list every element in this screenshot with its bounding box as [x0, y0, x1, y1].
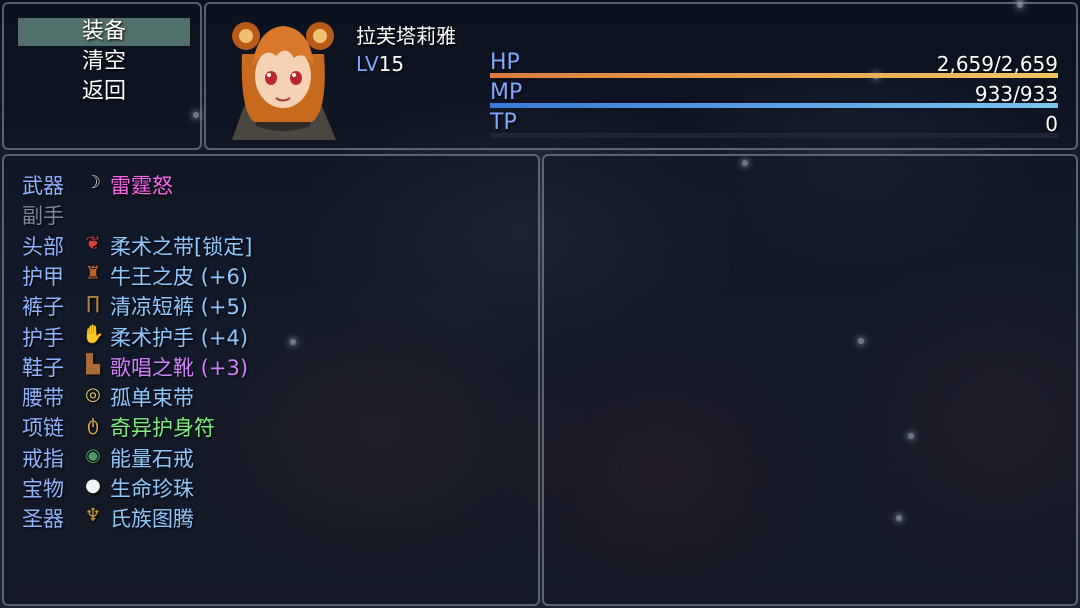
equipped-item-name: 牛王之皮 (+6) — [110, 264, 249, 289]
actor-name: 拉芙塔莉雅 — [356, 24, 456, 48]
armor-icon: ♜ — [84, 262, 102, 284]
actor-status-window: 拉芙塔莉雅 LV15 HP 2,659/2,659 MP 933/933 TP … — [204, 2, 1078, 150]
equipped-item-name: 柔术之带[锁定] — [110, 234, 253, 259]
equipment-slot-row[interactable]: 武器 ☽ 雷霆怒 — [22, 168, 522, 198]
actor-level: LV15 — [356, 52, 404, 76]
actor-portrait — [232, 22, 336, 140]
equipment-slot-row[interactable]: 护手 ✋ 柔术护手 (+4) — [22, 320, 522, 350]
equipment-slot-row[interactable]: 护甲 ♜ 牛王之皮 (+6) — [22, 259, 522, 289]
tp-bar-track — [490, 133, 1058, 138]
weapon-icon: ☽ — [84, 172, 102, 193]
equipped-item-name: 清凉短裤 (+5) — [110, 295, 249, 320]
equipment-slot-row[interactable]: 头部 ❦ 柔术之带[锁定] — [22, 229, 522, 259]
slot-type-label: 头部 — [22, 234, 64, 259]
slot-type-label: 宝物 — [22, 477, 64, 501]
equipped-item-name: 氏族图腾 — [110, 507, 194, 532]
equipment-slot-row[interactable]: 宝物 ● 生命珍珠 — [22, 471, 522, 501]
equipment-slot-row[interactable]: 项链 ტ 奇异护身符 — [22, 410, 522, 440]
command-back[interactable]: 返回 — [18, 78, 190, 106]
mp-gauge: MP 933/933 — [490, 80, 1058, 108]
command-clear[interactable]: 清空 — [18, 48, 190, 76]
pearl-icon: ● — [85, 475, 101, 496]
mp-bar-track — [490, 103, 1058, 108]
equipped-item-name: 雷霆怒 — [110, 174, 173, 198]
slot-type-label: 鞋子 — [22, 355, 64, 380]
boots-icon: ▙ — [86, 353, 100, 375]
equipped-item-name: 歌唱之靴 (+3) — [110, 355, 249, 380]
hp-label: HP — [490, 50, 520, 75]
slot-type-label: 腰带 — [22, 386, 64, 411]
equipment-slot-row[interactable]: 戒指 ◉ 能量石戒 — [22, 441, 522, 471]
equipped-item-name: 生命珍珠 — [110, 477, 194, 501]
hp-bar-fill — [490, 73, 1058, 78]
totem-icon: ♆ — [84, 505, 102, 527]
slot-type-label: 裤子 — [22, 295, 64, 320]
hp-gauge: HP 2,659/2,659 — [490, 50, 1058, 78]
equipment-slot-row[interactable]: 裤子 ∏ 清凉短裤 (+5) — [22, 289, 522, 319]
scarf-icon: ❦ — [85, 232, 101, 254]
slot-type-label: 戒指 — [22, 446, 64, 471]
level-label: LV — [356, 52, 379, 76]
mp-label: MP — [490, 80, 523, 105]
equipped-item-name: 奇异护身符 — [110, 416, 215, 441]
necklace-icon: ტ — [87, 414, 99, 436]
slot-type-label: 武器 — [22, 174, 64, 198]
pants-icon: ∏ — [86, 293, 100, 315]
hp-bar-track — [490, 73, 1058, 78]
equipment-slot-row[interactable]: 圣器 ♆ 氏族图腾 — [22, 501, 522, 531]
equip-scene: 装备 清空 返回 拉芙塔莉雅 LV15 HP 2,659/2,659 MP 93… — [0, 0, 1080, 608]
ring-icon: ◉ — [85, 444, 101, 466]
slot-type-label: 圣器 — [22, 507, 64, 532]
equipment-slot-row[interactable]: 副手 — [22, 198, 522, 228]
equipment-slot-row[interactable]: 腰带 ◎ 孤单束带 — [22, 380, 522, 410]
level-value: 15 — [378, 52, 405, 76]
item-list-window — [542, 154, 1078, 606]
command-window: 装备 清空 返回 — [2, 2, 202, 150]
slot-type-label: 护手 — [22, 325, 64, 350]
mp-bar-fill — [490, 103, 1058, 108]
command-equip[interactable]: 装备 — [18, 18, 190, 46]
tp-label: TP — [490, 110, 517, 135]
gauntlet-icon: ✋ — [82, 323, 105, 345]
equipped-item-name: 孤单束带 — [110, 386, 194, 411]
slot-type-label: 护甲 — [22, 264, 64, 289]
belt-icon: ◎ — [85, 384, 101, 406]
equipped-item-name: 柔术护手 (+4) — [110, 325, 249, 350]
equipment-slot-row[interactable]: 鞋子 ▙ 歌唱之靴 (+3) — [22, 350, 522, 380]
equipped-item-name: 能量石戒 — [110, 446, 194, 471]
slot-type-label: 项链 — [22, 416, 64, 441]
slot-type-label: 副手 — [22, 204, 64, 229]
equipment-slot-window: 武器 ☽ 雷霆怒副手头部 ❦ 柔术之带[锁定] 护甲 ♜ 牛王之皮 (+6) 裤子 ∏ 清凉短裤 (… — [2, 154, 540, 606]
tp-gauge: TP 0 — [490, 110, 1058, 138]
